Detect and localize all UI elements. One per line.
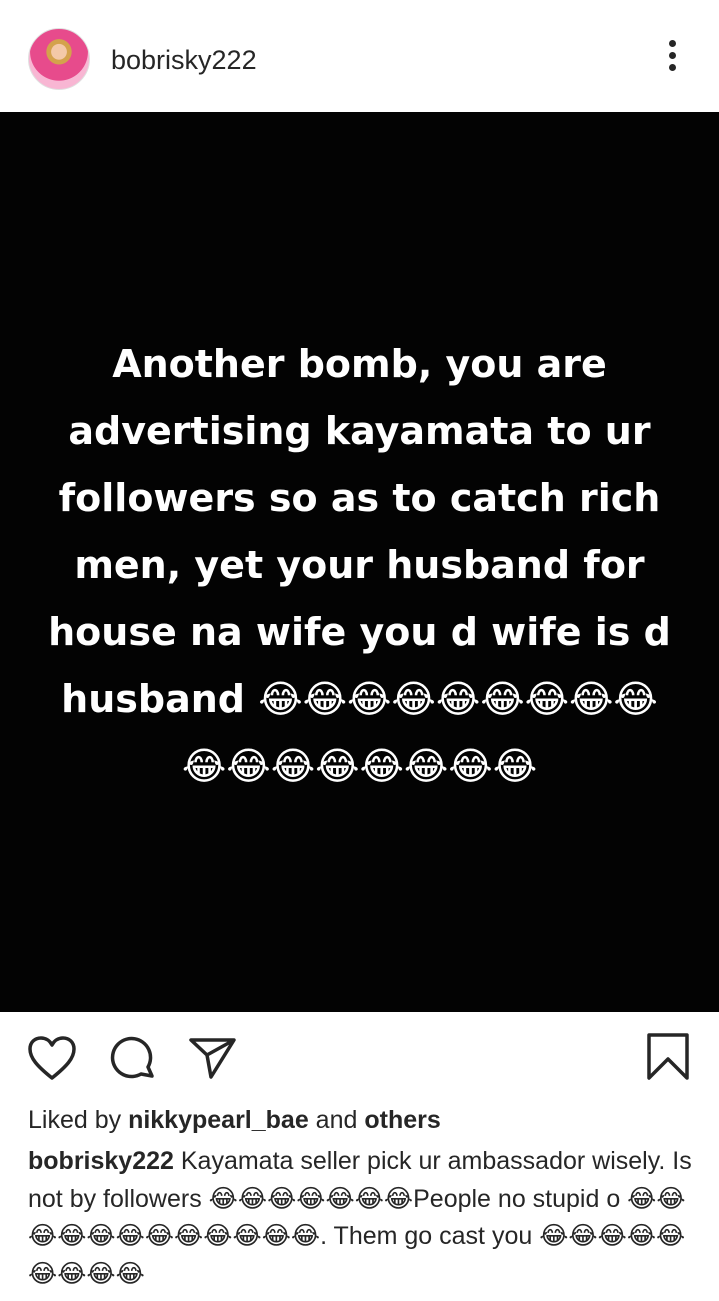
caption: bobrisky222 Kayamata seller pick ur amba…	[28, 1143, 698, 1293]
likes-line: Liked by nikkypearl_bae and others	[28, 1104, 441, 1136]
post-image-text: Another bomb, you are advertising kayama…	[48, 341, 671, 788]
likes-others[interactable]: others	[364, 1106, 440, 1134]
username[interactable]: bobrisky222	[111, 44, 257, 76]
bookmark-icon[interactable]	[646, 1032, 690, 1082]
post-header: bobrisky222	[0, 0, 719, 112]
comment-icon[interactable]	[108, 1036, 158, 1084]
likes-prefix: Liked by	[28, 1106, 129, 1134]
post-image[interactable]: Another bomb, you are advertising kayama…	[0, 112, 719, 1012]
share-icon[interactable]	[188, 1036, 238, 1080]
more-options-icon[interactable]	[664, 40, 680, 80]
avatar[interactable]	[28, 28, 90, 90]
liked-by-user[interactable]: nikkypearl_bae	[128, 1106, 309, 1134]
heart-icon[interactable]	[27, 1036, 77, 1082]
caption-username[interactable]: bobrisky222	[28, 1147, 174, 1175]
likes-middle: and	[308, 1106, 365, 1134]
